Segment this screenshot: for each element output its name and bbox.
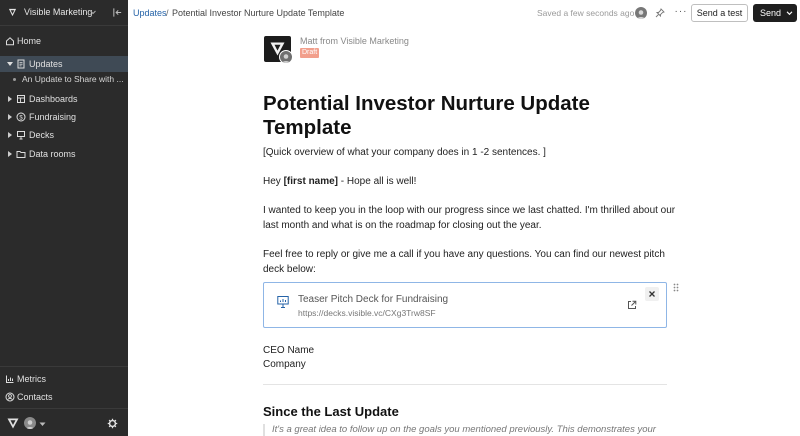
caret-right-icon [8,132,12,138]
signature-name[interactable]: CEO Name [263,343,683,358]
first-name-placeholder: [first name] [283,176,339,187]
sidebar-item-label: Dashboards [29,94,78,104]
chevron-down-icon [786,11,793,16]
chevron-down-icon [90,10,96,15]
document-icon [17,59,25,69]
close-icon [649,291,655,297]
sidebar-item-label: Metrics [17,374,46,384]
page-title[interactable]: Potential Investor Nurture Update Templa… [263,92,683,140]
section-divider [263,384,667,385]
sidebar-item-label: Decks [29,130,55,140]
sidebar-item-data-rooms[interactable]: Data rooms [0,146,128,162]
sidebar-item-label: Data rooms [29,149,76,159]
home-icon [6,37,14,46]
more-options-button[interactable]: ··· [674,6,688,18]
collaborator-avatar[interactable] [635,7,647,19]
progress-paragraph[interactable]: I wanted to keep you in the loop with ou… [263,203,683,233]
sidebar-item-label: Updates [29,59,63,69]
dollar-icon: $ [16,112,26,122]
dashboard-icon [17,95,25,103]
collapse-sidebar-icon[interactable] [112,7,123,18]
pin-icon[interactable] [655,8,665,18]
sidebar: Visible Marketing Home Updates An Update… [0,0,128,436]
sidebar-divider [0,366,128,367]
sidebar-divider [0,408,128,409]
visible-logo-icon [8,8,17,17]
embed-url: https://decks.visible.vc/CXg3Trw8SF [298,308,436,318]
greeting-paragraph[interactable]: Hey [first name] - Hope all is well! [263,174,683,189]
presentation-icon [277,296,289,308]
embed-title: Teaser Pitch Deck for Fundraising [298,294,449,305]
send-button[interactable]: Send [753,4,797,22]
sidebar-item-label: Contacts [17,392,53,402]
section-quote[interactable]: It's a great idea to follow up on the go… [263,424,667,436]
greeting-prefix: Hey [263,176,284,187]
gear-icon[interactable] [107,418,118,429]
save-status: Saved a few seconds ago [537,8,635,18]
sidebar-item-metrics[interactable]: Metrics [0,371,128,387]
sidebar-item-fundraising[interactable]: $ Fundraising [0,109,128,125]
reply-paragraph[interactable]: Feel free to reply or give me a call if … [263,247,683,277]
folder-icon [16,151,26,158]
sidebar-subitem-update[interactable]: An Update to Share with ... [0,71,128,87]
drag-handle-icon[interactable] [673,283,679,292]
sidebar-item-label: Home [17,36,42,46]
caret-down-icon [7,62,13,66]
section-heading[interactable]: Since the Last Update [263,404,399,419]
send-test-button[interactable]: Send a test [691,4,748,22]
overview-paragraph[interactable]: [Quick overview of what your company doe… [263,145,683,160]
sender-name: Matt from Visible Marketing [300,36,409,46]
workspace-switcher[interactable]: Visible Marketing [0,0,128,26]
breadcrumb-updates-link[interactable]: Updates [133,8,167,18]
status-badge: Draft [300,48,320,58]
remove-embed-button[interactable] [645,287,659,301]
sidebar-item-label: Fundraising [29,112,77,122]
avatar-icon [281,54,291,63]
caret-right-icon [8,114,12,120]
bullet-icon [13,78,16,81]
sidebar-item-updates[interactable]: Updates [0,56,128,72]
caret-right-icon [8,96,12,102]
sidebar-item-home[interactable]: Home [0,33,128,49]
sidebar-subitem-label: An Update to Share with ... [22,74,124,84]
avatar-icon [636,10,646,19]
contacts-icon [5,392,15,402]
avatar-icon [25,420,35,429]
presentation-icon [17,131,25,140]
sender-avatar [279,50,293,64]
pitch-deck-embed[interactable]: Teaser Pitch Deck for Fundraising https:… [263,282,667,328]
signature-company[interactable]: Company [263,357,683,372]
user-avatar[interactable] [24,417,36,429]
greeting-suffix: - Hope all is well! [338,176,417,187]
external-link-icon[interactable] [627,300,637,310]
chevron-down-icon[interactable] [39,421,46,427]
top-bar: Updates / Potential Investor Nurture Upd… [128,0,800,26]
send-button-label: Send [760,8,782,18]
workspace-name: Visible Marketing [24,7,93,17]
sidebar-item-decks[interactable]: Decks [0,127,128,143]
caret-right-icon [8,151,12,157]
breadcrumb-separator: / [166,8,169,18]
visible-logo-icon[interactable] [7,418,19,429]
sidebar-item-contacts[interactable]: Contacts [0,389,128,405]
breadcrumb-current: Potential Investor Nurture Update Templa… [172,8,345,18]
sidebar-item-dashboards[interactable]: Dashboards [0,91,128,107]
chart-icon [6,375,14,383]
